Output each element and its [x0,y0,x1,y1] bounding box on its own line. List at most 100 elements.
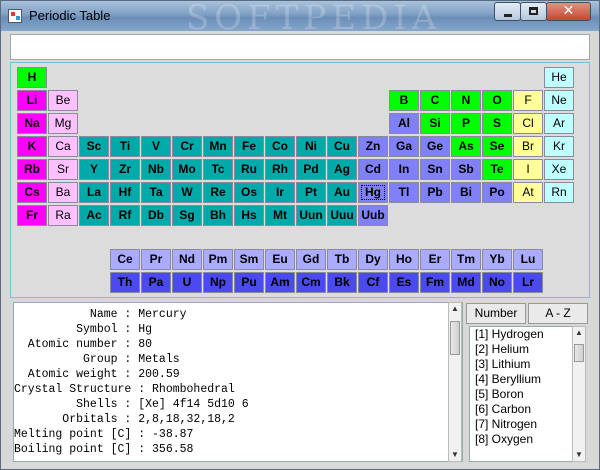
element-cell-mo[interactable]: Mo [172,159,202,180]
element-cell-sg[interactable]: Sg [172,205,202,226]
element-cell-np[interactable]: Np [203,272,233,293]
element-cell-i[interactable]: I [513,159,543,180]
scroll-down-icon[interactable]: ▼ [573,449,585,461]
maximize-button[interactable] [520,2,547,21]
element-cell-fr[interactable]: Fr [17,205,47,226]
element-cell-gd[interactable]: Gd [296,249,326,270]
element-cell-hs[interactable]: Hs [234,205,264,226]
list-scrollbar[interactable]: ▲ ▼ [572,326,586,462]
element-cell-ga[interactable]: Ga [389,136,419,157]
list-item[interactable]: [4] Beryllium [470,372,574,387]
element-cell-al[interactable]: Al [389,113,419,134]
list-item[interactable]: [7] Nitrogen [470,417,574,432]
element-cell-xe[interactable]: Xe [544,159,574,180]
element-cell-cr[interactable]: Cr [172,136,202,157]
element-cell-ba[interactable]: Ba [48,182,78,203]
element-cell-ni[interactable]: Ni [296,136,326,157]
minimize-button[interactable] [494,2,521,21]
element-cell-at[interactable]: At [513,182,543,203]
element-cell-uun[interactable]: Uun [296,205,326,226]
element-cell-se[interactable]: Se [482,136,512,157]
list-item[interactable]: [2] Helium [470,342,574,357]
element-cell-ar[interactable]: Ar [544,113,574,134]
element-cell-ir[interactable]: Ir [265,182,295,203]
element-cell-ta[interactable]: Ta [141,182,171,203]
element-cell-th[interactable]: Th [110,272,140,293]
title-bar[interactable]: Periodic Table SOFTPEDIA ✕ [1,0,599,38]
tab-number[interactable]: Number [466,303,526,324]
element-cell-c[interactable]: C [420,90,450,111]
element-cell-o[interactable]: O [482,90,512,111]
element-cell-b[interactable]: B [389,90,419,111]
scroll-up-icon[interactable]: ▲ [449,303,461,315]
search-input[interactable] [10,34,590,60]
element-cell-mt[interactable]: Mt [265,205,295,226]
element-cell-ca[interactable]: Ca [48,136,78,157]
element-cell-rh[interactable]: Rh [265,159,295,180]
element-cell-ac[interactable]: Ac [79,205,109,226]
list-item[interactable]: [5] Boron [470,387,574,402]
element-cell-br[interactable]: Br [513,136,543,157]
element-cell-pr[interactable]: Pr [141,249,171,270]
element-cell-bh[interactable]: Bh [203,205,233,226]
element-cell-n[interactable]: N [451,90,481,111]
element-cell-cl[interactable]: Cl [513,113,543,134]
element-cell-cd[interactable]: Cd [358,159,388,180]
element-cell-la[interactable]: La [79,182,109,203]
element-cell-ho[interactable]: Ho [389,249,419,270]
element-cell-db[interactable]: Db [141,205,171,226]
element-cell-pu[interactable]: Pu [234,272,264,293]
element-cell-nd[interactable]: Nd [172,249,202,270]
list-item[interactable]: [3] Lithium [470,357,574,372]
element-cell-bk[interactable]: Bk [327,272,357,293]
element-cell-ce[interactable]: Ce [110,249,140,270]
element-cell-nb[interactable]: Nb [141,159,171,180]
element-cell-tc[interactable]: Tc [203,159,233,180]
element-cell-sm[interactable]: Sm [234,249,264,270]
element-cell-na[interactable]: Na [17,113,47,134]
element-cell-be[interactable]: Be [48,90,78,111]
element-cell-pm[interactable]: Pm [203,249,233,270]
list-item[interactable]: [1] Hydrogen [470,327,574,342]
element-cell-y[interactable]: Y [79,159,109,180]
element-cell-dy[interactable]: Dy [358,249,388,270]
element-cell-uub[interactable]: Uub [358,205,388,226]
element-cell-ra[interactable]: Ra [48,205,78,226]
element-cell-er[interactable]: Er [420,249,450,270]
close-button[interactable]: ✕ [546,2,591,21]
element-cell-bi[interactable]: Bi [451,182,481,203]
element-cell-in[interactable]: In [389,159,419,180]
element-cell-zn[interactable]: Zn [358,136,388,157]
element-cell-as[interactable]: As [451,136,481,157]
element-list[interactable]: [1] Hydrogen [2] Helium [3] Lithium [4] Ber… [469,326,575,462]
element-cell-mn[interactable]: Mn [203,136,233,157]
element-cell-fe[interactable]: Fe [234,136,264,157]
element-cell-rn[interactable]: Rn [544,182,574,203]
element-cell-rb[interactable]: Rb [17,159,47,180]
list-item[interactable]: [6] Carbon [470,402,574,417]
element-cell-re[interactable]: Re [203,182,233,203]
element-cell-f[interactable]: F [513,90,543,111]
element-cell-zr[interactable]: Zr [110,159,140,180]
element-cell-pt[interactable]: Pt [296,182,326,203]
tab-az[interactable]: A - Z [528,303,588,324]
scroll-down-icon[interactable]: ▼ [449,449,461,461]
element-cell-lr[interactable]: Lr [513,272,543,293]
element-cell-w[interactable]: W [172,182,202,203]
element-cell-yb[interactable]: Yb [482,249,512,270]
element-cell-tb[interactable]: Tb [327,249,357,270]
list-item[interactable]: [8] Oxygen [470,432,574,447]
element-cell-cs[interactable]: Cs [17,182,47,203]
element-cell-pa[interactable]: Pa [141,272,171,293]
element-cell-ru[interactable]: Ru [234,159,264,180]
element-cell-u[interactable]: U [172,272,202,293]
element-cell-ti[interactable]: Ti [110,136,140,157]
element-cell-cm[interactable]: Cm [296,272,326,293]
info-scroll-thumb[interactable] [450,321,460,355]
element-cell-au[interactable]: Au [327,182,357,203]
element-cell-po[interactable]: Po [482,182,512,203]
element-cell-ne[interactable]: Ne [544,90,574,111]
info-scrollbar[interactable]: ▲ ▼ [448,302,462,462]
element-cell-pb[interactable]: Pb [420,182,450,203]
element-cell-k[interactable]: K [17,136,47,157]
